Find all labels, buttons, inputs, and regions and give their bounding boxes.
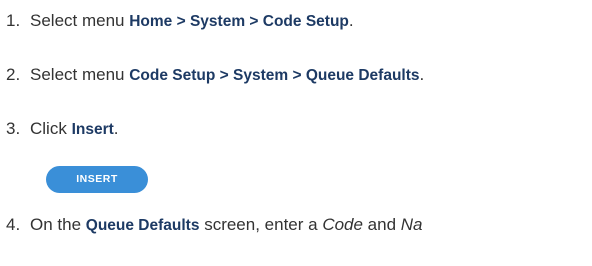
step-text-and: and [362, 215, 401, 234]
step-text: On the [30, 215, 86, 234]
menu-path: Code Setup > System > Queue Defaults [129, 67, 420, 84]
field-name: Na [400, 215, 423, 234]
step-2: 2. Select menu Code Setup > System > Queu… [0, 64, 424, 87]
step-text: Select menu [30, 11, 130, 30]
field-code: Code [322, 215, 363, 234]
screen-name: Queue Defaults [85, 217, 200, 234]
step-end: . [113, 119, 119, 138]
step-3: 3. Click Insert. [0, 118, 119, 141]
step-end: . [419, 65, 425, 84]
step-text: Select menu [30, 65, 130, 84]
step-text-middle: screen, enter a [199, 215, 323, 234]
step-text: Click [30, 119, 72, 138]
step-number: 3. [6, 119, 21, 138]
step-number: 2. [6, 65, 21, 84]
step-number: 4. [6, 215, 21, 234]
step-4: 4. On the Queue Defaults screen, enter a … [0, 214, 423, 237]
menu-path: Home > System > Code Setup [129, 13, 349, 30]
step-end: . [348, 11, 354, 30]
step-number: 1. [6, 11, 21, 30]
button-reference: Insert [71, 121, 114, 138]
insert-button[interactable]: INSERT [46, 166, 148, 193]
step-1: 1. Select menu Home > System > Code Setup… [0, 10, 354, 33]
